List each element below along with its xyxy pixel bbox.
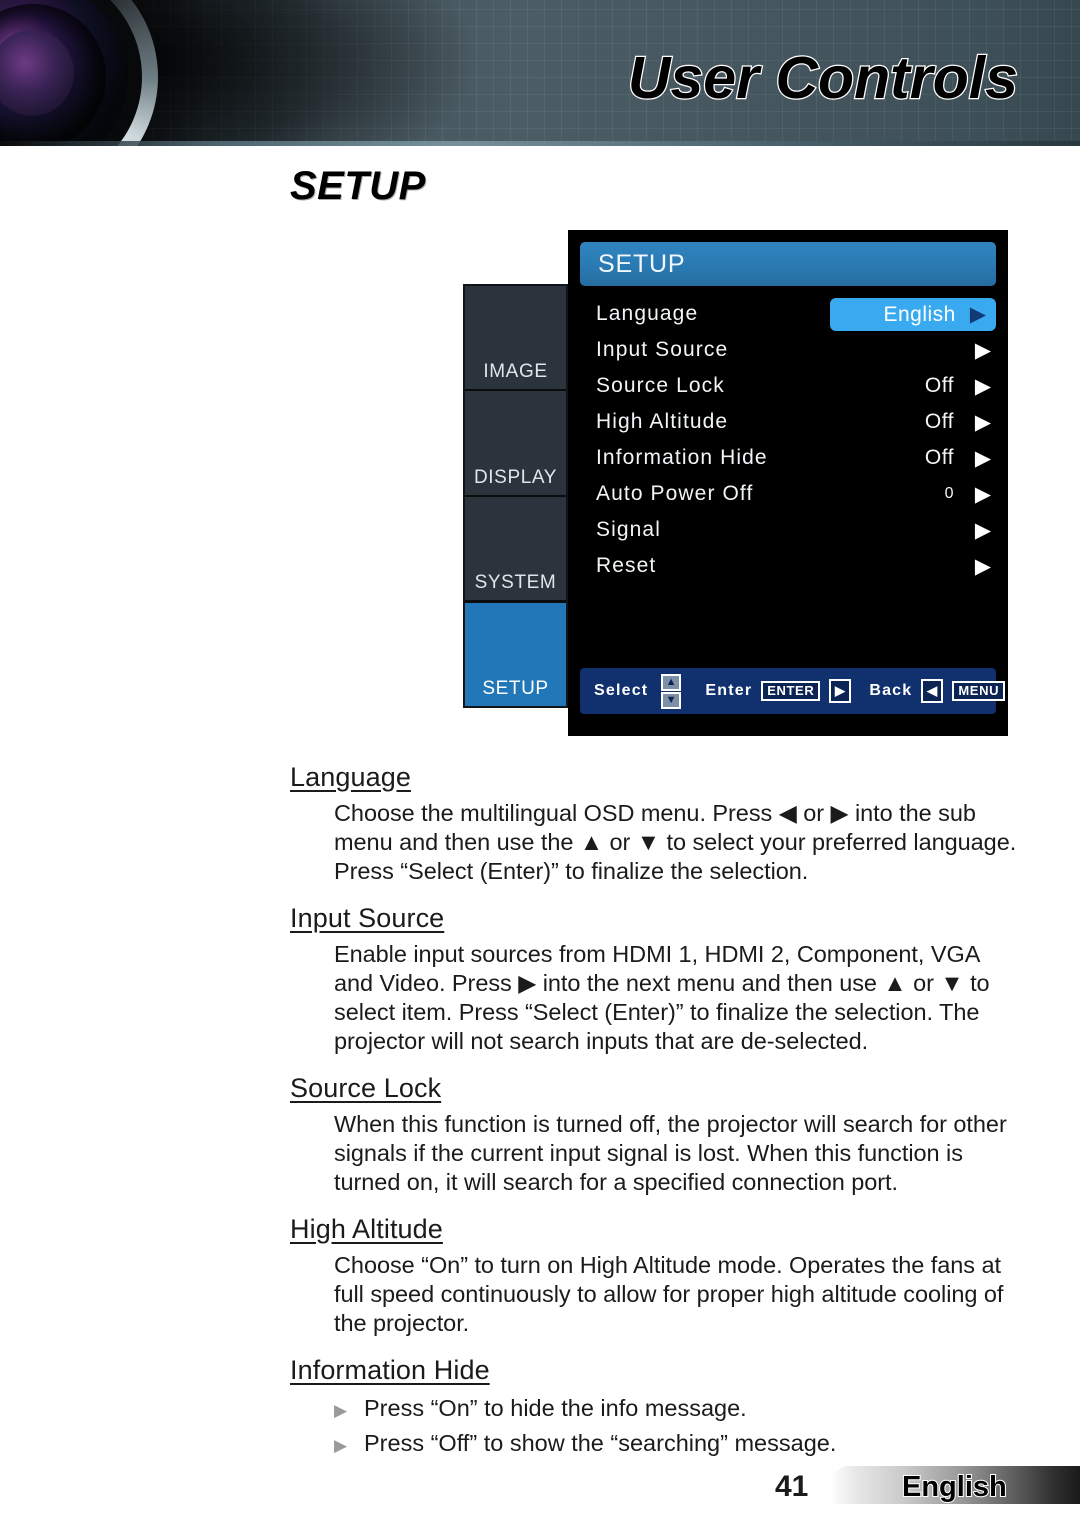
osd-row-reset-label: Reset bbox=[596, 554, 657, 577]
list-item: ▶ Press “On” to hide the info message. bbox=[334, 1392, 1020, 1427]
osd-tab-setup[interactable]: SETUP bbox=[465, 601, 566, 706]
osd-row-input-source[interactable]: Input Source ▶ bbox=[580, 332, 996, 368]
page-header-banner: User Controls bbox=[0, 0, 1080, 146]
section-body-high-altitude: Choose “On” to turn on High Altitude mod… bbox=[334, 1252, 1004, 1336]
hint-enter-label: Enter bbox=[705, 682, 753, 699]
osd-row-auto-power-off-label: Auto Power Off bbox=[596, 482, 754, 505]
osd-tab-system[interactable]: SYSTEM bbox=[465, 496, 566, 602]
bullet-triangle-icon: ▶ bbox=[334, 1401, 348, 1420]
osd-language-value-pill[interactable]: English ▶ bbox=[830, 298, 996, 331]
updown-key-group: ▲ ▼ bbox=[661, 673, 682, 709]
osd-row-information-hide-value: Off bbox=[924, 446, 954, 469]
section-heading-high-altitude: High Altitude bbox=[290, 1214, 443, 1244]
section-body-input-source: Enable input sources from HDMI 1, HDMI 2… bbox=[334, 941, 990, 1054]
camera-lens-icon bbox=[0, 0, 158, 146]
osd-tab-display-label: DISPLAY bbox=[473, 466, 558, 488]
osd-row-high-altitude-label: High Altitude bbox=[596, 410, 729, 433]
section-body-source-lock: When this function is turned off, the pr… bbox=[334, 1111, 1007, 1195]
chevron-right-icon: ▶ bbox=[974, 374, 992, 398]
osd-hint-bar: Select ▲ ▼ Enter ENTER ▶ Back ◀ MENU bbox=[580, 668, 1006, 714]
section-heading-source-lock: Source Lock bbox=[290, 1073, 442, 1103]
osd-category-tabs: IMAGE DISPLAY SYSTEM SETUP bbox=[463, 284, 568, 708]
osd-tab-display[interactable]: DISPLAY bbox=[465, 391, 566, 497]
osd-panel-title-label: SETUP bbox=[598, 249, 686, 278]
chevron-right-icon: ▶ bbox=[974, 482, 992, 506]
osd-tab-image[interactable]: IMAGE bbox=[465, 286, 566, 392]
osd-row-information-hide[interactable]: Information Hide Off ▶ bbox=[580, 440, 996, 476]
osd-tab-system-label: SYSTEM bbox=[474, 571, 557, 593]
page-title: SETUP bbox=[290, 164, 426, 208]
arrow-left-key-icon: ◀ bbox=[921, 679, 944, 703]
chevron-right-icon: ▶ bbox=[974, 410, 992, 434]
osd-row-reset[interactable]: Reset ▶ bbox=[580, 548, 996, 584]
section-heading-language: Language bbox=[290, 762, 411, 792]
arrow-right-key-icon: ▶ bbox=[829, 679, 852, 703]
osd-row-auto-power-off[interactable]: Auto Power Off 0 ▶ bbox=[580, 476, 996, 512]
osd-row-auto-power-off-value: 0 bbox=[944, 485, 954, 502]
osd-panel-title: SETUP bbox=[580, 242, 996, 286]
chevron-right-icon: ▶ bbox=[974, 554, 992, 578]
enter-key-icon: ENTER bbox=[761, 680, 821, 702]
hint-select-label: Select bbox=[594, 682, 649, 699]
chevron-right-icon: ▶ bbox=[974, 446, 992, 470]
page-footer: 41 English bbox=[0, 1464, 1080, 1510]
osd-row-signal-label: Signal bbox=[596, 518, 661, 541]
osd-panel: SETUP Language English ▶ Input Source ▶ … bbox=[568, 230, 1008, 736]
osd-row-list: Language English ▶ Input Source ▶ Source… bbox=[580, 296, 996, 584]
information-hide-bullet-list: ▶ Press “On” to hide the info message. ▶… bbox=[334, 1392, 1020, 1462]
osd-row-input-source-label: Input Source bbox=[596, 338, 729, 361]
arrow-down-icon: ▼ bbox=[661, 691, 682, 709]
osd-row-signal[interactable]: Signal ▶ bbox=[580, 512, 996, 548]
banner-title: User Controls bbox=[627, 44, 1020, 113]
osd-row-high-altitude-value: Off bbox=[924, 410, 954, 433]
list-item: ▶ Press “Off” to show the “searching” me… bbox=[334, 1427, 1020, 1462]
osd-row-source-lock-label: Source Lock bbox=[596, 374, 725, 397]
footer-language-label: English bbox=[901, 1470, 1008, 1504]
section-heading-input-source: Input Source bbox=[290, 903, 445, 933]
osd-row-language[interactable]: Language English ▶ bbox=[580, 296, 996, 332]
bullet-triangle-icon: ▶ bbox=[334, 1436, 348, 1455]
osd-tab-setup-label: SETUP bbox=[482, 678, 549, 699]
chevron-right-icon: ▶ bbox=[974, 338, 992, 362]
osd-menu: IMAGE DISPLAY SYSTEM SETUP SETUP Languag… bbox=[463, 230, 1008, 736]
menu-key-icon: MENU bbox=[952, 680, 1006, 702]
osd-row-source-lock-value: Off bbox=[924, 374, 954, 397]
chevron-right-icon: ▶ bbox=[974, 518, 992, 542]
hint-back-label: Back bbox=[869, 682, 913, 699]
osd-row-information-hide-label: Information Hide bbox=[596, 446, 768, 469]
osd-row-language-value: English bbox=[883, 302, 956, 326]
section-body-language: Choose the multilingual OSD menu. Press … bbox=[334, 800, 1017, 884]
section-heading-information-hide: Information Hide bbox=[290, 1355, 490, 1385]
header-bottom-edge bbox=[0, 141, 1080, 146]
body-content: Language Choose the multilingual OSD men… bbox=[290, 762, 1020, 1472]
osd-tab-image-label: IMAGE bbox=[483, 361, 548, 383]
bullet-text: Press “Off” to show the “searching” mess… bbox=[364, 1430, 837, 1456]
page-number: 41 bbox=[775, 1470, 809, 1503]
bullet-text: Press “On” to hide the info message. bbox=[364, 1395, 747, 1421]
osd-row-source-lock[interactable]: Source Lock Off ▶ bbox=[580, 368, 996, 404]
arrow-up-icon: ▲ bbox=[661, 673, 682, 691]
chevron-right-icon: ▶ bbox=[969, 303, 986, 326]
osd-row-high-altitude[interactable]: High Altitude Off ▶ bbox=[580, 404, 996, 440]
